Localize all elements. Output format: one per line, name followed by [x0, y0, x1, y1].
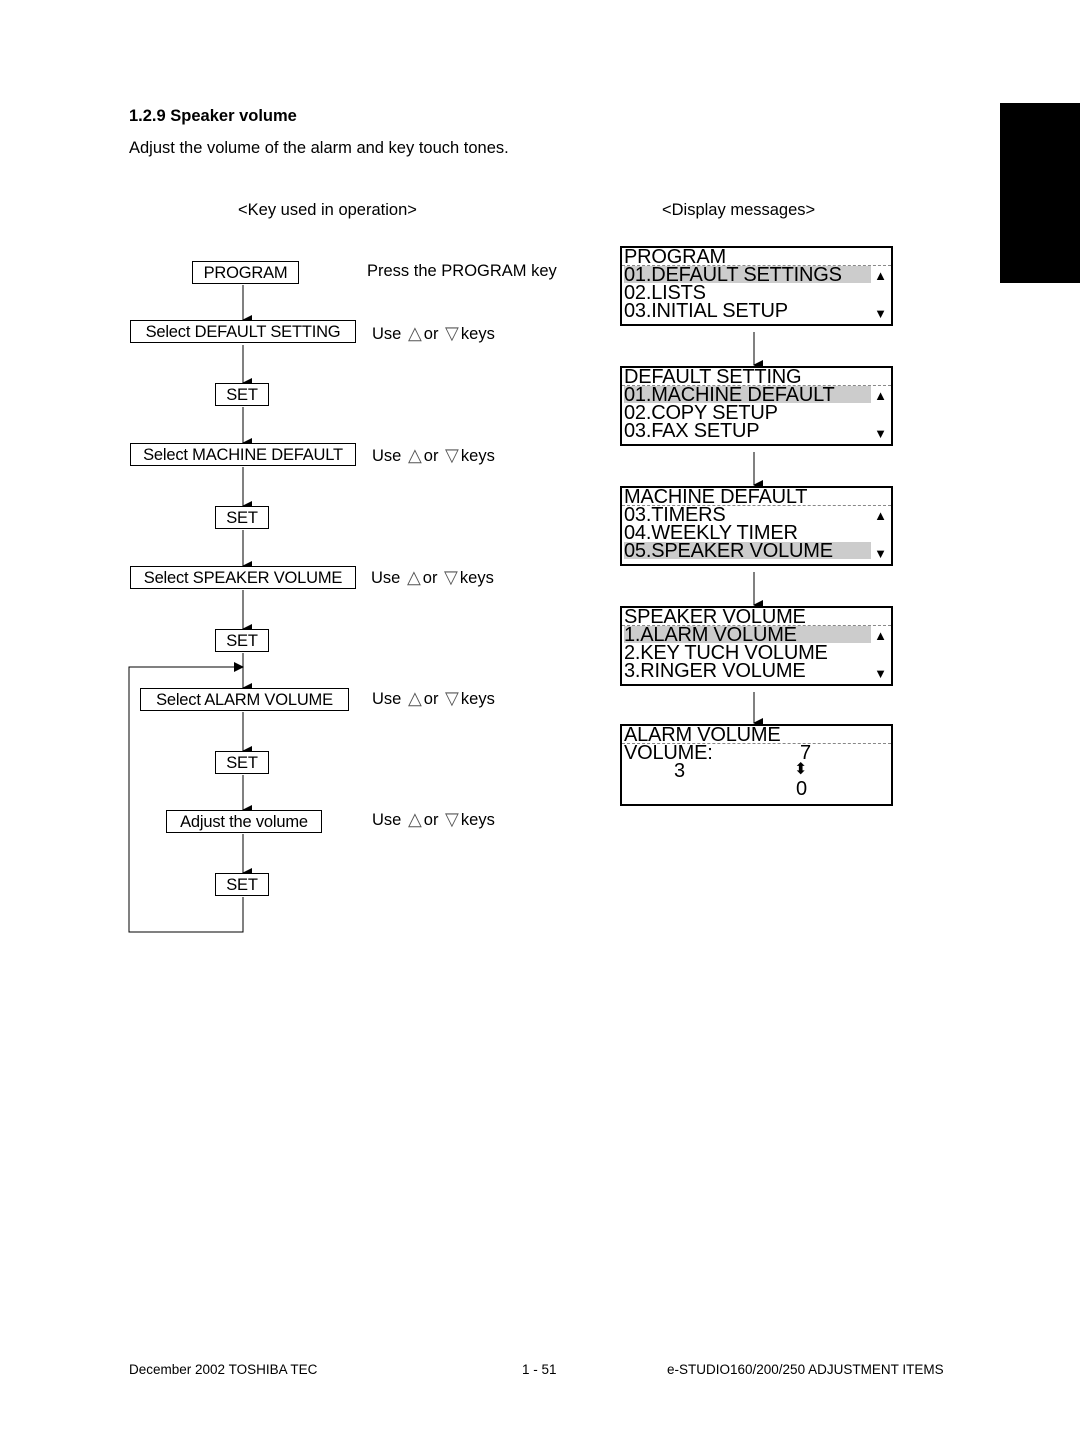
volume-max-value: 7: [800, 742, 811, 764]
lcd-display-alarm-volume: ALARM VOLUME VOLUME: 3 7 ⬍ 0: [620, 724, 893, 806]
set-key[interactable]: SET: [215, 873, 269, 896]
up-key-icon: △: [407, 688, 422, 708]
adjust-volume-step: Adjust the volume: [166, 810, 322, 833]
down-key-icon: ▽: [445, 445, 459, 465]
scroll-up-icon: ▲: [874, 628, 887, 643]
lcd-display-speaker-volume: SPEAKER VOLUME 1.ALARM VOLUME 2.KEY TUCH…: [620, 606, 893, 686]
step-note: Use △ or ▽ keys: [372, 688, 495, 708]
flow-connectors: [128, 285, 763, 933]
scroll-up-icon: ▲: [874, 388, 887, 403]
scroll-down-icon: ▼: [874, 546, 887, 561]
down-key-icon: ▽: [444, 567, 458, 587]
select-machine-default-step: Select MACHINE DEFAULT: [130, 443, 356, 466]
step-note: Press the PROGRAM key: [367, 262, 557, 280]
step-note: Use △ or ▽ keys: [372, 323, 495, 343]
scroll-up-icon: ▲: [874, 268, 887, 283]
step-note: Use △ or ▽ keys: [371, 567, 494, 587]
lcd-display-machine-default: MACHINE DEFAULT 03.TIMERS 04.WEEKLY TIME…: [620, 486, 893, 566]
set-key[interactable]: SET: [215, 751, 269, 774]
volume-updown-icon: ⬍: [794, 761, 808, 778]
scroll-down-icon: ▼: [874, 426, 887, 441]
step-note: Use △ or ▽ keys: [372, 809, 495, 829]
volume-min-value: 0: [796, 778, 807, 800]
volume-current-value: 3: [674, 760, 685, 782]
step-note: Use △ or ▽ keys: [372, 445, 495, 465]
set-key[interactable]: SET: [215, 383, 269, 406]
lcd-menu-item: 3.RINGER VOLUME: [624, 660, 806, 682]
scroll-down-icon: ▼: [874, 666, 887, 681]
down-key-icon: ▽: [445, 809, 459, 829]
footer-left: December 2002 TOSHIBA TEC: [129, 1362, 318, 1377]
lcd-menu-item: 05.SPEAKER VOLUME: [624, 540, 833, 562]
down-key-icon: ▽: [445, 688, 459, 708]
select-speaker-volume-step: Select SPEAKER VOLUME: [130, 566, 356, 589]
page-number: 1 - 51: [522, 1362, 557, 1377]
scroll-down-icon: ▼: [874, 306, 887, 321]
up-key-icon: △: [407, 809, 422, 829]
select-default-setting-step: Select DEFAULT SETTING: [130, 320, 356, 343]
scroll-up-icon: ▲: [874, 508, 887, 523]
set-key[interactable]: SET: [215, 629, 269, 652]
select-alarm-volume-step: Select ALARM VOLUME: [140, 688, 349, 711]
up-key-icon: △: [406, 567, 421, 587]
lcd-display-default-setting: DEFAULT SETTING 01.MACHINE DEFAULT 02.CO…: [620, 366, 893, 446]
program-key[interactable]: PROGRAM: [192, 261, 299, 284]
up-key-icon: △: [407, 323, 422, 343]
up-key-icon: △: [407, 445, 422, 465]
lcd-menu-item: 03.INITIAL SETUP: [624, 300, 788, 322]
lcd-menu-item: 03.FAX SETUP: [624, 420, 760, 442]
set-key[interactable]: SET: [215, 506, 269, 529]
lcd-display-program: PROGRAM 01.DEFAULT SETTINGS 02.LISTS 03.…: [620, 246, 893, 326]
volume-label: VOLUME:: [624, 742, 713, 764]
down-key-icon: ▽: [445, 323, 459, 343]
footer-right: e-STUDIO160/200/250 ADJUSTMENT ITEMS: [667, 1362, 944, 1377]
